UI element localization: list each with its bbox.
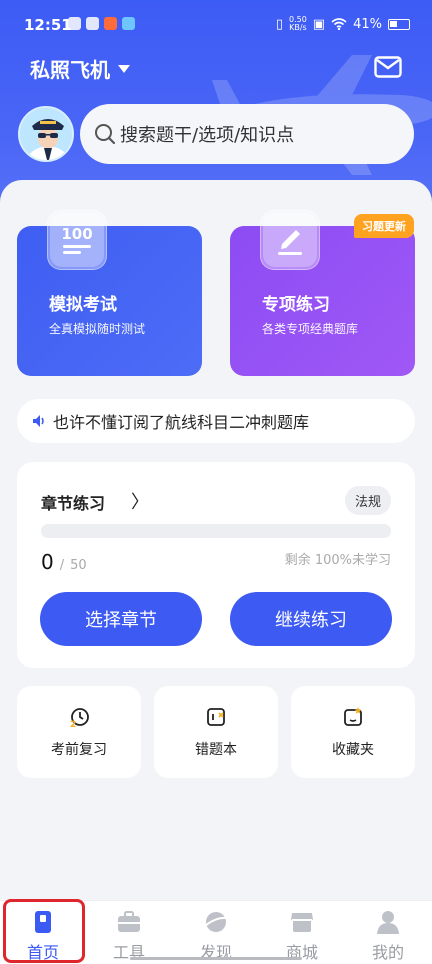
notification-icons [68,17,135,30]
notice-bar[interactable]: 也许不懂订阅了航线科目二冲刺题库 [17,399,415,443]
favorites-label: 收藏夹 [332,742,374,758]
avatar[interactable] [18,106,74,162]
app-notification-icon [104,17,117,30]
tab-tools[interactable]: 工具 [94,909,164,963]
page-title: 私照飞机 [30,58,110,82]
wrong-book-icon [207,708,225,726]
exam-100-icon: 100 [47,210,107,270]
mail-icon[interactable] [374,56,402,78]
favorites-icon [344,707,362,726]
progress-count: 0 / 50 [41,550,87,574]
vibrate-icon: ▯ [275,16,283,32]
app-notification-icon [68,17,81,30]
toolbox-icon [118,911,140,932]
continue-practice-button[interactable]: 继续练习 [230,592,392,646]
special-practice-title: 专项练习 [262,295,330,315]
highlight-box [3,899,85,963]
tab-discover[interactable]: 发现 [181,909,251,963]
status-time: 12:51 [24,16,72,34]
remaining-text: 剩余 100%未学习 [284,553,391,568]
network-speed: 0.50 KB/s [289,16,307,32]
update-badge: 习题更新 [354,214,414,238]
search-icon [95,124,116,145]
tab-profile-label: 我的 [371,943,404,962]
mock-exam-subtitle: 全真模拟随时测试 [49,322,146,336]
app-notification-icon [122,17,135,30]
review-clock-icon: 2 [70,708,89,729]
status-right: ▯ 0.50 KB/s ▣ 41% [276,16,410,32]
subject-tag[interactable]: 法规 [344,486,391,515]
battery-icon [388,18,410,30]
notice-text: 也许不懂订阅了航线科目二冲刺题库 [53,413,310,432]
mock-exam-card[interactable]: 100 模拟考试 全真模拟随时测试 [17,210,202,376]
battery-percent: 41% [353,16,382,32]
planet-icon [204,912,228,932]
status-bar: 12:51 ▯ 0.50 KB/s ▣ 41% [0,0,432,50]
count-separator: / [59,558,65,573]
total-count: 50 [70,558,87,573]
store-icon [291,913,313,932]
tab-store[interactable]: 商城 [267,909,337,963]
caret-down-icon [118,64,130,73]
svg-text:100: 100 [61,225,92,243]
svg-text:2: 2 [70,720,76,729]
special-practice-card[interactable]: 专项练习 各类专项经典题库 [230,210,415,376]
wrong-book-label: 错题本 [195,742,237,758]
user-icon [377,911,399,934]
gesture-bar[interactable] [130,957,302,960]
select-chapter-button[interactable]: 选择章节 [40,592,202,646]
review-label: 考前复习 [51,742,107,758]
pen-edit-icon [260,210,320,270]
nfc-icon: ▣ [312,16,326,32]
review-before-exam-button[interactable]: 2 考前复习 [17,686,141,778]
mock-exam-title: 模拟考试 [49,295,117,315]
wifi-icon [331,18,347,30]
chevron-right-icon[interactable]: 〉 [131,488,149,514]
wrong-questions-button[interactable]: 错题本 [154,686,278,778]
chapter-title[interactable]: 章节练习 [41,490,105,514]
chapter-progress-bar [41,524,391,538]
speaker-icon [33,415,44,427]
search-bar[interactable]: 搜索题干/选项/知识点 [80,104,414,164]
chapter-practice-card: 章节练习 〉 法规 0 / 50 剩余 100%未学习 选择章节 继续练习 [17,462,415,668]
license-type-selector[interactable]: 私照飞机 [30,54,130,83]
done-count: 0 [41,550,54,574]
search-placeholder: 搜索题干/选项/知识点 [120,125,295,146]
special-practice-subtitle: 各类专项经典题库 [262,322,359,336]
speed-unit: KB/s [289,23,307,32]
favorites-button[interactable]: 收藏夹 [291,686,415,778]
tab-profile[interactable]: 我的 [353,909,423,963]
app-notification-icon [86,17,99,30]
